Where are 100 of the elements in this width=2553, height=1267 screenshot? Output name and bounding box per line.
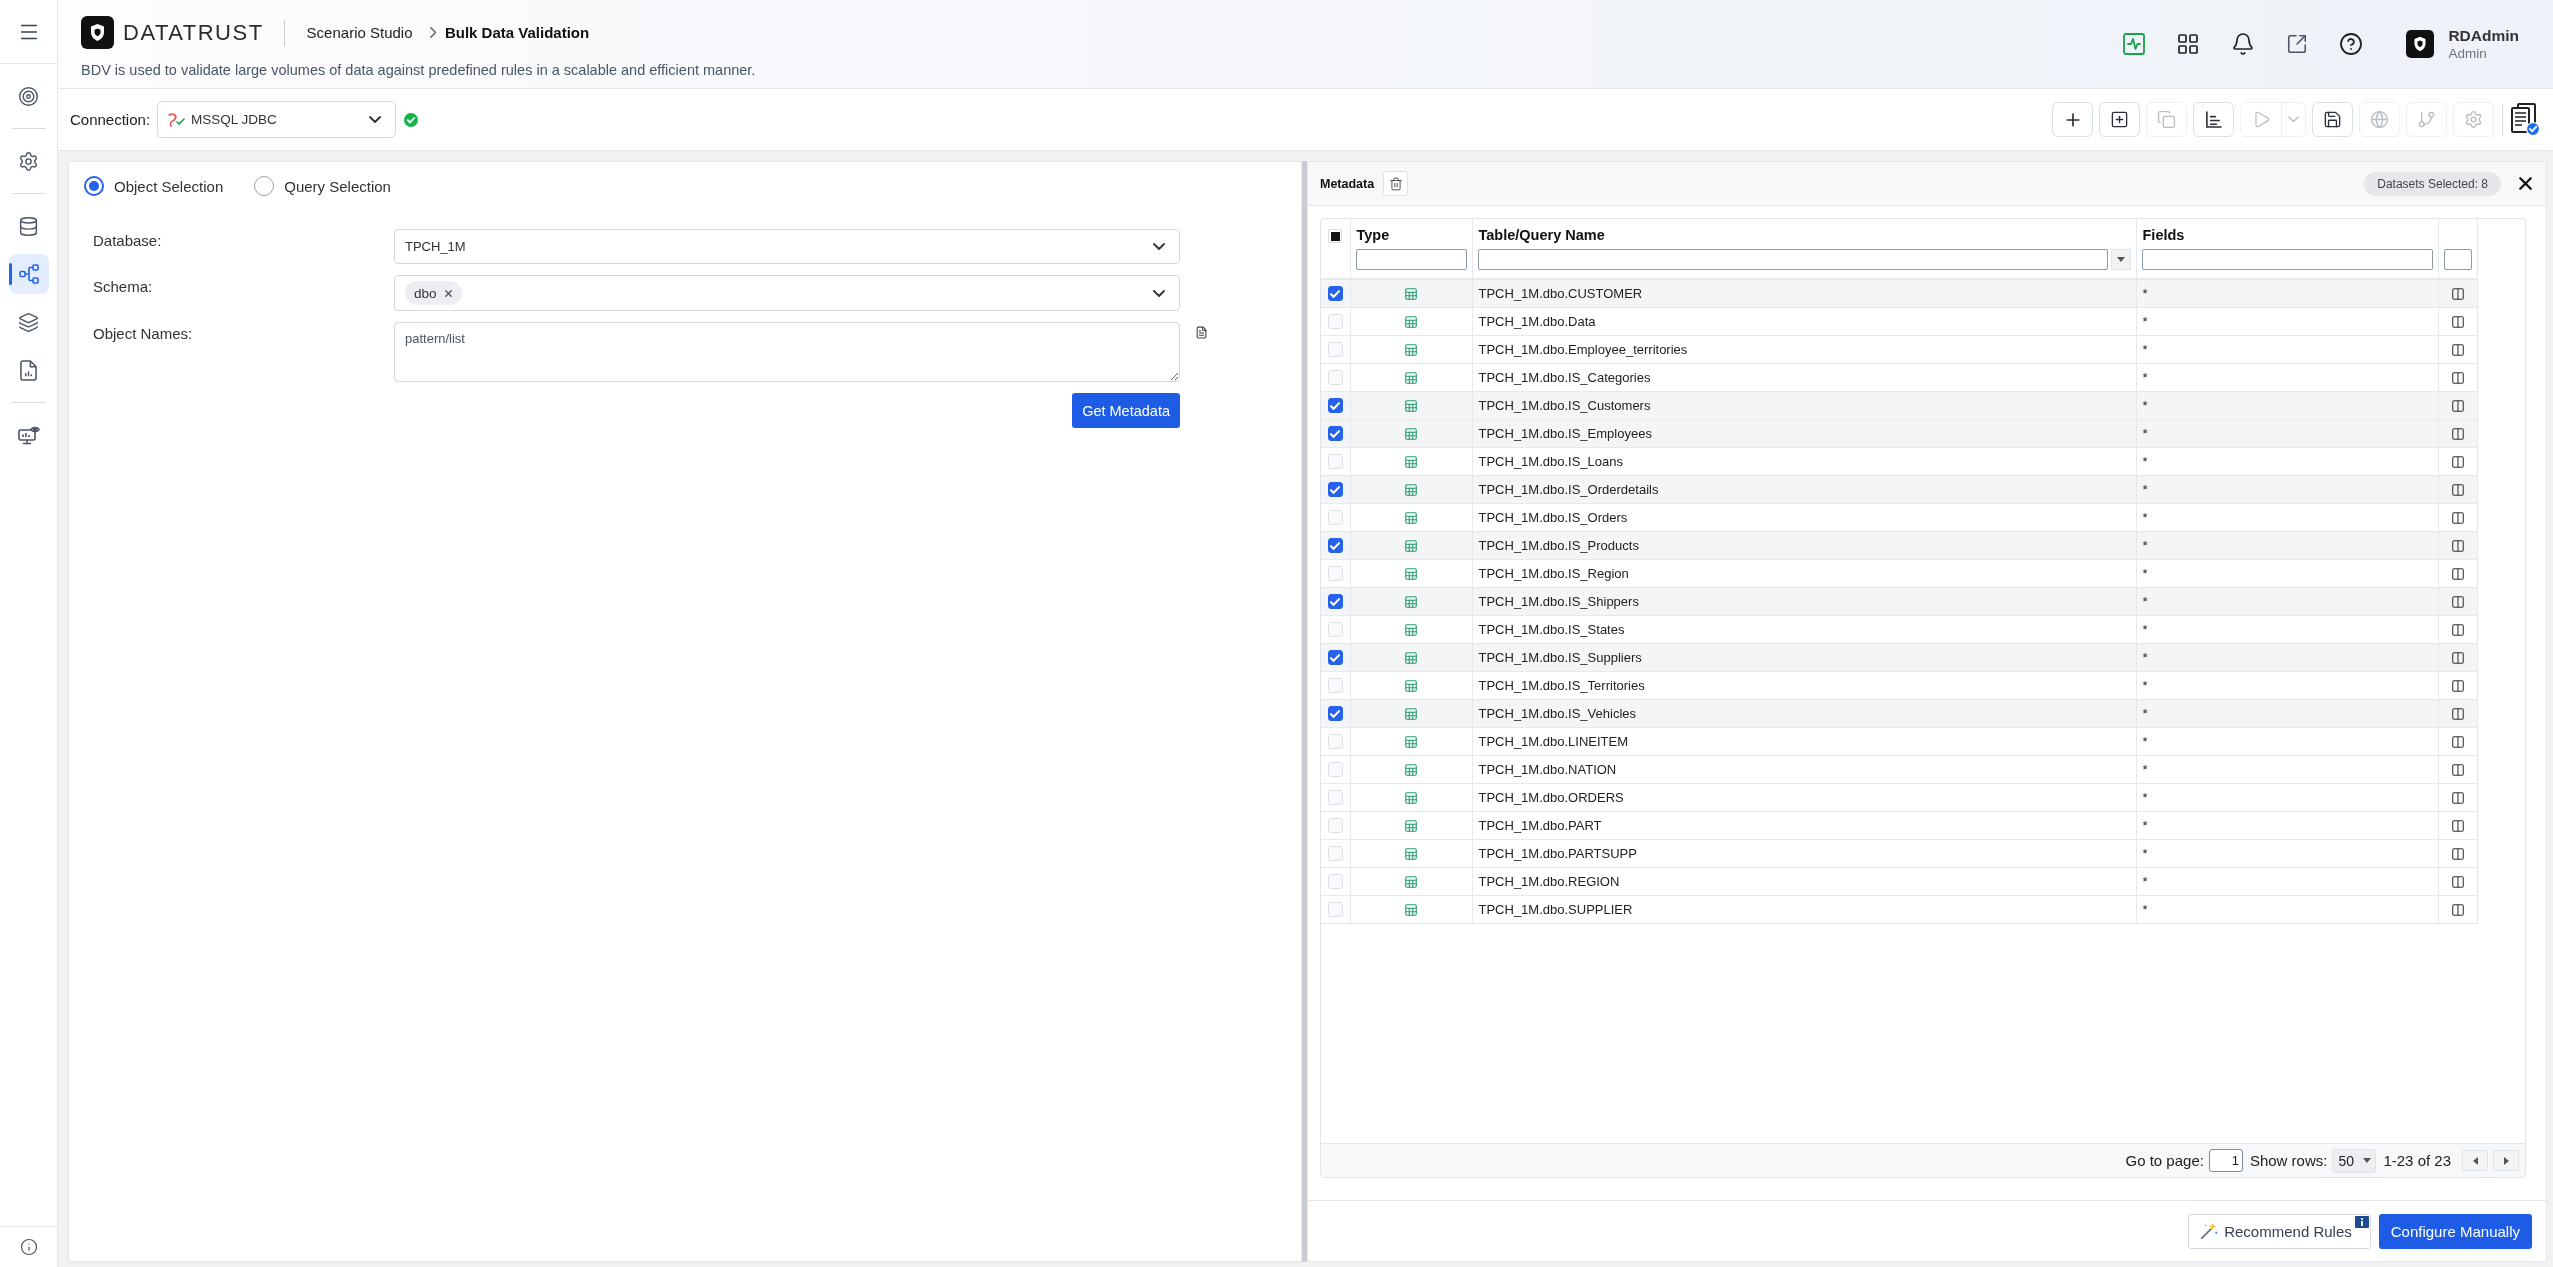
table-cell: TPCH_1M.dbo.Employee_territories: [1472, 335, 2136, 363]
table-icon: [1404, 482, 1418, 497]
chart-button[interactable]: [2193, 102, 2234, 137]
branch-icon: [2417, 110, 2436, 129]
checkbox[interactable]: [1327, 286, 1343, 302]
checkmark-icon: [1330, 485, 1341, 494]
chevron-down-icon: [2288, 116, 2299, 123]
external-link-icon[interactable]: [2286, 33, 2309, 55]
columns-icon[interactable]: [2450, 482, 2465, 497]
columns-icon[interactable]: [2450, 510, 2465, 525]
filter-field[interactable]: [1477, 249, 2108, 270]
table-icon: [1404, 398, 1418, 413]
table-icon: [1404, 874, 1418, 889]
table-icon: [1404, 678, 1418, 693]
page-description: BDV is used to validate large volumes of data against predefined rules in a scalable and efficient manner.: [81, 62, 756, 78]
get-metadata-button[interactable]: Get Metadata: [1072, 393, 1180, 428]
checkbox[interactable]: [1327, 482, 1343, 498]
radio-option[interactable]: Query Selection: [254, 176, 391, 196]
filter-field[interactable]: [2141, 249, 2433, 270]
columns-icon[interactable]: [2450, 314, 2465, 329]
columns-icon[interactable]: [2450, 370, 2465, 385]
columns-icon[interactable]: [2450, 902, 2465, 917]
columns-icon[interactable]: [2450, 818, 2465, 833]
table-icon: [1404, 426, 1418, 441]
filter-field[interactable]: [2443, 249, 2472, 270]
columns-icon[interactable]: [2450, 342, 2465, 357]
schema-select[interactable]: dbo: [394, 275, 1180, 311]
checkbox[interactable]: [1327, 594, 1343, 610]
info-icon[interactable]: [19, 1238, 38, 1256]
columns-icon[interactable]: [2450, 678, 2465, 693]
table-icon: [1404, 342, 1418, 357]
table-cell: *: [2136, 615, 2438, 643]
table-cell: TPCH_1M.dbo.IS_Territories: [1472, 671, 2136, 699]
file-chart-icon: [20, 359, 37, 381]
page-label: Go to page:: [2125, 1152, 2204, 1169]
columns-icon[interactable]: [2450, 762, 2465, 777]
previous-page-button[interactable]: [2462, 1150, 2488, 1171]
table-icon: [1404, 287, 1418, 302]
avatar-shield-icon: [2406, 29, 2435, 59]
user-role: Admin: [2448, 46, 2488, 61]
object-names-field[interactable]: pattern/list: [394, 322, 1180, 382]
secondary-button[interactable]: Recommend Rules: [2188, 1213, 2371, 1249]
file-icon[interactable]: [1195, 326, 1208, 339]
checkmark-icon: [1330, 289, 1341, 298]
chevron-down-icon: [369, 116, 382, 123]
page-title: Bulk Data Validation: [444, 24, 590, 41]
radio-option[interactable]: Object Selection: [84, 176, 224, 196]
new-item-button[interactable]: [2099, 102, 2140, 137]
columns-icon[interactable]: [2450, 454, 2465, 469]
table-cell: TPCH_1M.dbo.REGION: [1472, 867, 2136, 895]
column-header: Type: [1350, 219, 1472, 247]
add-button[interactable]: [2052, 102, 2093, 137]
columns-icon[interactable]: [2450, 790, 2465, 805]
checkbox[interactable]: [1327, 426, 1343, 442]
columns-icon[interactable]: [2450, 426, 2465, 441]
sidebar-item[interactable]: [8, 254, 49, 294]
next-page-button[interactable]: [2493, 1150, 2519, 1171]
checkbox[interactable]: [1327, 398, 1343, 414]
logo-text: DATATRUST: [123, 19, 264, 46]
columns-icon[interactable]: [2450, 706, 2465, 721]
columns-icon[interactable]: [2450, 874, 2465, 889]
table-icon: [1404, 370, 1418, 385]
checkmark-icon: [1330, 709, 1341, 718]
table-cell: TPCH_1M.dbo.IS_Shippers: [1472, 587, 2136, 615]
checkbox[interactable]: [1327, 650, 1343, 666]
schema-chip[interactable]: dbo: [405, 281, 462, 305]
delete-button[interactable]: [1383, 171, 1409, 196]
connection-select[interactable]: MSSQL JDBC: [157, 101, 397, 138]
rows-select[interactable]: 50: [2332, 1148, 2377, 1173]
activity-icon[interactable]: [2123, 33, 2146, 55]
help-icon[interactable]: [2339, 32, 2364, 56]
columns-icon[interactable]: [2450, 538, 2465, 553]
page-field[interactable]: 1: [2208, 1149, 2243, 1172]
database-select[interactable]: TPCH_1M: [394, 229, 1180, 264]
columns-icon[interactable]: [2450, 650, 2465, 665]
checkbox[interactable]: [1327, 706, 1343, 722]
clipboard-check-icon[interactable]: [2510, 103, 2540, 136]
table-icon: [1404, 706, 1418, 721]
save-button[interactable]: [2312, 102, 2353, 137]
columns-icon[interactable]: [2450, 287, 2465, 302]
columns-icon[interactable]: [2450, 566, 2465, 581]
columns-icon[interactable]: [2450, 398, 2465, 413]
columns-icon[interactable]: [2450, 846, 2465, 861]
columns-icon[interactable]: [2450, 594, 2465, 609]
table-cell: TPCH_1M.dbo.CUSTOMER: [1472, 279, 2136, 307]
filter-field[interactable]: [1355, 249, 1467, 270]
bell-icon[interactable]: [2231, 32, 2256, 56]
node-tree-icon: [18, 264, 39, 284]
columns-icon[interactable]: [2450, 622, 2465, 637]
columns-icon[interactable]: [2450, 734, 2465, 749]
checkmark-icon: [1330, 597, 1341, 606]
select-all-checkbox[interactable]: [1328, 229, 1343, 244]
filter-menu-button[interactable]: [2110, 249, 2131, 270]
checkbox[interactable]: [1327, 538, 1343, 554]
grid-icon[interactable]: [2176, 32, 2201, 56]
breadcrumb-link[interactable]: Scenario Studio: [306, 24, 413, 41]
table-cell: TPCH_1M.dbo.IS_Loans: [1472, 447, 2136, 475]
remove-icon[interactable]: [442, 287, 454, 299]
wand-icon: [2200, 1222, 2219, 1240]
primary-button[interactable]: Configure Manually: [2378, 1213, 2532, 1249]
